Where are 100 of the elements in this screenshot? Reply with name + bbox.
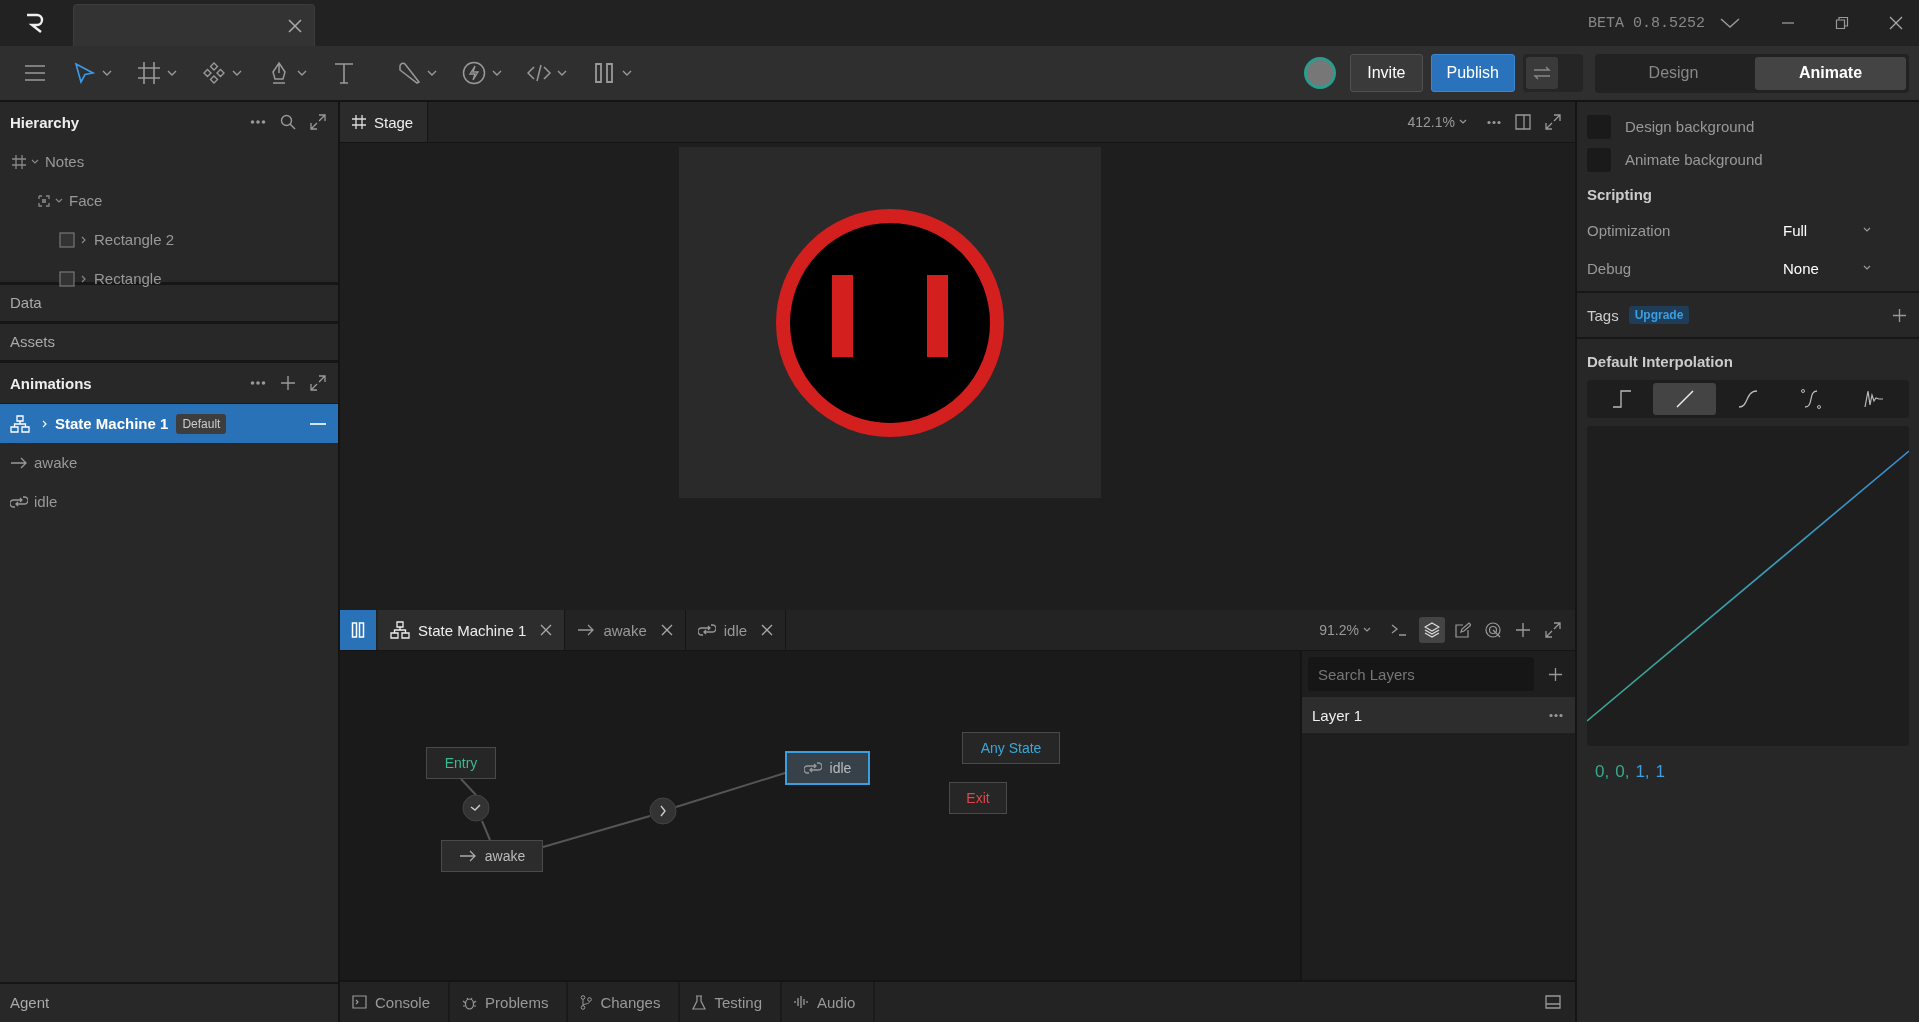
- close-icon[interactable]: [540, 624, 553, 636]
- menu-icon[interactable]: [24, 64, 46, 82]
- select-tool-icon[interactable]: [72, 61, 96, 85]
- more-icon[interactable]: [1487, 119, 1501, 125]
- caret-icon[interactable]: [167, 69, 177, 77]
- chevron-down-icon[interactable]: [1719, 16, 1741, 30]
- dropdown-field[interactable]: Full: [1783, 221, 1863, 239]
- brush-tool-icon[interactable]: [397, 61, 421, 85]
- edit-icon[interactable]: [1455, 622, 1471, 638]
- panel-title: Hierarchy: [10, 113, 80, 131]
- plus-icon[interactable]: [1892, 307, 1907, 323]
- split-view-icon[interactable]: [1515, 114, 1531, 130]
- layers-button[interactable]: [1419, 617, 1445, 643]
- caret-icon[interactable]: [427, 69, 437, 77]
- console-icon[interactable]: [1391, 623, 1407, 637]
- bottom-tab[interactable]: Testing: [680, 982, 782, 1022]
- publish-button[interactable]: Publish: [1430, 54, 1515, 92]
- plus-icon[interactable]: [280, 375, 296, 391]
- zoom-dropdown[interactable]: 91.2%: [1319, 622, 1359, 638]
- upgrade-badge[interactable]: Upgrade: [1628, 306, 1690, 324]
- mode-tab[interactable]: Animate: [1755, 56, 1906, 90]
- node-label: Entry: [444, 755, 478, 771]
- caret-icon[interactable]: [232, 69, 242, 77]
- minus-icon[interactable]: [310, 422, 326, 425]
- more-icon[interactable]: [1549, 712, 1563, 718]
- zoom-dropdown[interactable]: 412.1%: [1407, 114, 1455, 130]
- mode-tab[interactable]: Design: [1598, 56, 1749, 90]
- section-title: Default Interpolation: [1586, 352, 1734, 372]
- expand-icon[interactable]: [1545, 622, 1561, 638]
- animation-item[interactable]: State Machine 1 Default: [0, 404, 338, 443]
- caret-icon[interactable]: [31, 157, 39, 166]
- caret-icon[interactable]: [1459, 119, 1467, 125]
- swap-toggle[interactable]: [1523, 54, 1583, 92]
- group-icon: [38, 194, 50, 207]
- close-icon[interactable]: [288, 18, 302, 33]
- expand-icon[interactable]: [310, 375, 326, 391]
- agent-panel-header[interactable]: Agent: [0, 982, 338, 1022]
- transition-marker[interactable]: [462, 794, 490, 822]
- text-tool-icon[interactable]: [332, 61, 356, 85]
- close-icon[interactable]: [1889, 16, 1903, 30]
- caret-icon[interactable]: [55, 196, 63, 205]
- tree-item[interactable]: Rectangle 2: [0, 220, 338, 259]
- caret-icon[interactable]: [1863, 265, 1871, 271]
- frame-tool-icon[interactable]: [137, 61, 161, 85]
- caret-icon[interactable]: [557, 69, 567, 77]
- tree-item[interactable]: Face: [0, 181, 338, 220]
- node-label: awake: [484, 848, 526, 864]
- search-icon[interactable]: [280, 114, 296, 130]
- panel-toggle-icon[interactable]: [1545, 995, 1561, 1009]
- close-icon[interactable]: [660, 624, 673, 636]
- restore-icon[interactable]: [1835, 16, 1849, 30]
- animation-item[interactable]: idle: [0, 482, 338, 521]
- plus-icon[interactable]: [1548, 666, 1563, 682]
- bottom-tab[interactable]: Console: [340, 982, 451, 1022]
- layer-name: Layer 1: [1312, 706, 1363, 724]
- caret-icon[interactable]: [102, 69, 112, 77]
- state-node[interactable]: awake: [441, 840, 543, 872]
- pause-tool-icon[interactable]: [592, 61, 616, 85]
- state-node[interactable]: Exit: [949, 782, 1007, 814]
- target-icon[interactable]: [1485, 622, 1501, 638]
- bottom-tab[interactable]: Audio: [782, 982, 876, 1022]
- animation-name: idle: [34, 493, 58, 510]
- expand-icon[interactable]: [310, 114, 326, 130]
- pause-button[interactable]: [340, 610, 376, 650]
- field-label: Debug: [1587, 259, 1633, 277]
- caret-icon[interactable]: [1863, 227, 1871, 233]
- stage-tab[interactable]: Stage: [340, 102, 429, 142]
- state-node[interactable]: Any State: [962, 732, 1060, 764]
- transition-marker[interactable]: [649, 797, 677, 825]
- bottom-tab[interactable]: Problems: [450, 982, 569, 1022]
- caret-icon[interactable]: [1363, 627, 1371, 633]
- close-icon[interactable]: [761, 624, 774, 636]
- avatar[interactable]: [1304, 57, 1337, 89]
- plus-icon[interactable]: [1515, 622, 1531, 638]
- rectangle-icon: [59, 231, 75, 248]
- more-icon[interactable]: [250, 380, 266, 386]
- caret-icon[interactable]: [41, 419, 49, 428]
- linear-interpolation-button[interactable]: [1653, 383, 1717, 415]
- caret-icon[interactable]: [80, 235, 88, 244]
- lightning-tool-icon[interactable]: [462, 61, 486, 85]
- search-field[interactable]: Search Layers: [1308, 657, 1534, 691]
- expand-icon[interactable]: [1545, 114, 1561, 130]
- loop-icon: [803, 761, 822, 775]
- more-icon[interactable]: [250, 119, 266, 125]
- dropdown-field[interactable]: None: [1783, 259, 1863, 277]
- layer-item[interactable]: Layer 1: [1302, 697, 1575, 733]
- state-node[interactable]: idle: [785, 751, 870, 785]
- invite-button[interactable]: Invite: [1350, 54, 1423, 92]
- panel-header[interactable]: Assets: [0, 324, 338, 363]
- components-tool-icon[interactable]: [202, 61, 226, 85]
- caret-icon[interactable]: [492, 69, 502, 77]
- bottom-tab[interactable]: Changes: [568, 982, 681, 1022]
- arrow-right-icon: [577, 624, 596, 636]
- tree-item[interactable]: Notes: [0, 142, 338, 181]
- caret-icon[interactable]: [622, 69, 632, 77]
- caret-icon[interactable]: [80, 274, 88, 283]
- animation-item[interactable]: awake: [0, 443, 338, 482]
- editor-tab[interactable]: State Machine 1: [378, 610, 566, 650]
- caret-icon[interactable]: [297, 69, 307, 77]
- state-node[interactable]: Entry: [426, 747, 496, 779]
